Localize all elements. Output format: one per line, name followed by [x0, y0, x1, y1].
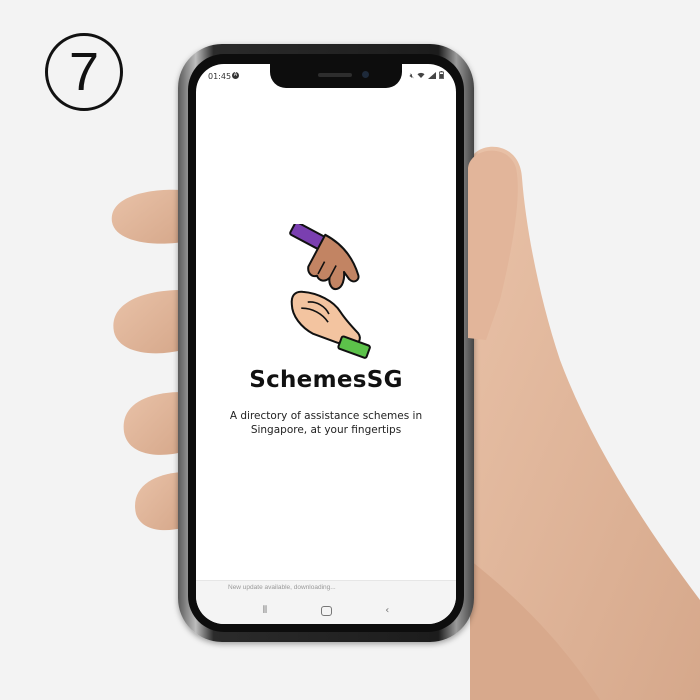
speaker-grille	[318, 73, 352, 77]
mute-icon: 🔇︎	[409, 71, 414, 80]
update-banner: New update available, downloading...	[196, 580, 456, 597]
recents-button[interactable]: ⦀	[263, 605, 267, 616]
back-button[interactable]: ‹	[385, 605, 389, 616]
helping-hands-logo-icon	[289, 224, 371, 359]
app-title: SchemesSG	[249, 367, 403, 393]
status-icons: 🔇︎	[410, 71, 444, 81]
signal-icon	[428, 71, 436, 81]
status-time: 01:45	[208, 72, 232, 81]
phone-notch	[270, 64, 402, 88]
wifi-icon	[417, 72, 425, 81]
front-camera	[362, 71, 369, 78]
system-nav-bar: ⦀ ‹	[196, 597, 456, 624]
app-tagline: A directory of assistance schemes in Sin…	[229, 410, 423, 436]
phone-frame: 01:45 A 🔇︎ SchemesSG A directory of assi…	[178, 44, 474, 642]
notification-icon: A	[232, 72, 239, 79]
home-button[interactable]	[320, 605, 332, 616]
stage: 7 01:45 A 🔇︎ SchemesSG A directory of as…	[0, 0, 700, 700]
update-banner-text: New update available, downloading...	[228, 584, 336, 591]
phone-screen: 01:45 A 🔇︎ SchemesSG A directory of assi…	[196, 64, 456, 624]
battery-icon	[439, 71, 444, 81]
